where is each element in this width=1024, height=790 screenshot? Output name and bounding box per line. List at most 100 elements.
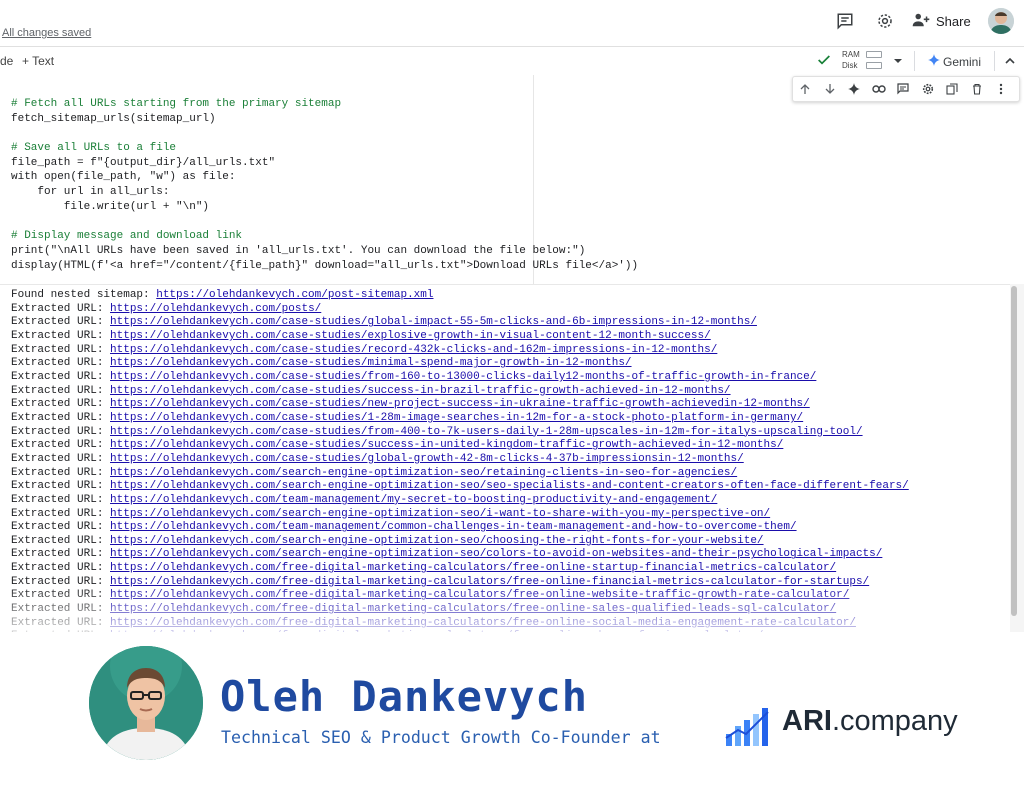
add-code-button[interactable]: de (0, 54, 13, 68)
output-line: Extracted URL: https://olehdankevych.com… (11, 480, 909, 494)
output-line: Extracted URL: https://olehdankevych.com… (11, 494, 909, 508)
runtime-dropdown-icon[interactable] (892, 54, 904, 72)
code-editor[interactable]: # Fetch all URLs starting from the prima… (11, 97, 638, 273)
person-add-icon (912, 12, 930, 31)
code-line: for url in all_urls: (11, 186, 170, 199)
extracted-url-link[interactable]: https://olehdankevych.com/case-studies/1… (110, 412, 803, 424)
brand-name-bold: ARI (782, 705, 832, 737)
toolbar-divider (994, 51, 995, 71)
extracted-url-link[interactable]: https://olehdankevych.com/search-engine-… (110, 480, 909, 492)
extracted-url-label: Extracted URL: (11, 411, 111, 424)
extracted-url-link[interactable]: https://olehdankevych.com/posts/ (110, 303, 321, 315)
output-line: Extracted URL: https://olehdankevych.com… (11, 344, 909, 358)
extracted-url-link[interactable]: https://olehdankevych.com/team-managemen… (110, 494, 717, 506)
extracted-url-link[interactable]: https://olehdankevych.com/case-studies/e… (110, 330, 711, 342)
cell-toolbar (792, 76, 1020, 102)
extracted-url-link[interactable]: https://olehdankevych.com/case-studies/g… (110, 453, 744, 465)
output-line: Extracted URL: https://olehdankevych.com… (11, 426, 909, 440)
nested-sitemap-link[interactable]: https://olehdankevych.com/post-sitemap.x… (156, 289, 433, 301)
ram-disk-indicator[interactable]: RAM Disk (842, 49, 860, 71)
add-text-button[interactable]: + Text (22, 54, 54, 68)
share-button[interactable]: Share (912, 8, 971, 34)
extracted-url-link[interactable]: https://olehdankevych.com/search-engine-… (110, 548, 882, 560)
comment-icon[interactable] (834, 10, 856, 32)
arrow-down-icon[interactable] (818, 77, 843, 101)
extracted-url-label: Extracted URL: (11, 398, 111, 411)
save-status-link[interactable]: All changes saved (2, 27, 91, 39)
output-scroll-thumb[interactable] (1011, 286, 1017, 616)
extracted-url-link[interactable]: https://olehdankevych.com/search-engine-… (110, 467, 737, 479)
comment-icon[interactable] (891, 77, 916, 101)
gemini-star-icon (928, 54, 940, 69)
extracted-url-label: Extracted URL: (11, 302, 111, 315)
extracted-url-label: Extracted URL: (11, 329, 111, 342)
extracted-url-link[interactable]: https://olehdankevych.com/search-engine-… (110, 508, 770, 520)
disk-label: Disk (842, 61, 858, 70)
extracted-url-label: Extracted URL: (11, 534, 111, 547)
disk-usage-bar (866, 62, 882, 69)
extracted-url-link[interactable]: https://olehdankevych.com/team-managemen… (110, 521, 797, 533)
nested-sitemap-line: Found nested sitemap: https://olehdankev… (11, 289, 909, 303)
extracted-url-link[interactable]: https://olehdankevych.com/free-digital-m… (110, 562, 836, 574)
extracted-url-link[interactable]: https://olehdankevych.com/case-studies/f… (110, 426, 863, 438)
notebook-toolbar: de + Text RAM Disk Gemini (0, 46, 1024, 76)
extracted-url-link[interactable]: https://olehdankevych.com/case-studies/r… (110, 344, 717, 356)
code-line: file.write(url + "\n") (11, 200, 210, 213)
extracted-url-link[interactable]: https://olehdankevych.com/case-studies/n… (110, 398, 810, 410)
extracted-url-label: Extracted URL: (11, 370, 111, 383)
gear-icon[interactable] (874, 10, 896, 32)
toolbar-divider (914, 51, 915, 71)
extracted-url-label: Extracted URL: (11, 357, 111, 370)
output-line: Extracted URL: https://olehdankevych.com… (11, 453, 909, 467)
ram-label: RAM (842, 50, 860, 59)
output-line: Extracted URL: https://olehdankevych.com… (11, 330, 909, 344)
arrow-up-icon[interactable] (793, 77, 818, 101)
output-line: Extracted URL: https://olehdankevych.com… (11, 357, 909, 371)
extracted-url-link[interactable]: https://olehdankevych.com/search-engine-… (110, 535, 764, 547)
ari-company-logo (724, 706, 772, 748)
gemini-button[interactable]: Gemini (928, 54, 981, 69)
output-line: Extracted URL: https://olehdankevych.com… (11, 316, 909, 330)
code-line: with open(file_path, "w") as file: (11, 171, 236, 184)
code-line: # Save all URLs to a file (11, 142, 177, 155)
extracted-url-link[interactable]: https://olehdankevych.com/case-studies/g… (110, 316, 757, 328)
author-photo (89, 646, 203, 760)
output-line: Extracted URL: https://olehdankevych.com… (11, 398, 909, 412)
code-line: # Display message and download link (11, 230, 243, 243)
extracted-url-label: Extracted URL: (11, 316, 111, 329)
chevron-up-icon[interactable] (1004, 54, 1016, 72)
sparkle-icon[interactable] (842, 77, 867, 101)
delete-icon[interactable] (965, 77, 990, 101)
avatar[interactable] (988, 8, 1014, 34)
gear-icon[interactable] (916, 77, 941, 101)
connected-check-icon (816, 52, 832, 73)
extracted-url-link[interactable]: https://olehdankevych.com/case-studies/f… (110, 371, 816, 383)
output-line: Extracted URL: https://olehdankevych.com… (11, 439, 909, 453)
extracted-url-label: Extracted URL: (11, 343, 111, 356)
output-line: Extracted URL: https://olehdankevych.com… (11, 385, 909, 399)
extracted-url-link[interactable]: https://olehdankevych.com/case-studies/m… (110, 357, 632, 369)
more-vert-icon[interactable] (989, 77, 1014, 101)
brand-name-rest: .company (831, 705, 958, 737)
extracted-url-label: Extracted URL: (11, 480, 111, 493)
code-line: fetch_sitemap_urls(sitemap_url) (11, 112, 216, 125)
extracted-url-link[interactable]: https://olehdankevych.com/case-studies/s… (110, 385, 731, 397)
share-label: Share (936, 13, 971, 29)
code-line: # Fetch all URLs starting from the prima… (11, 98, 342, 110)
output-line: Extracted URL: https://olehdankevych.com… (11, 371, 909, 385)
gemini-label: Gemini (943, 54, 982, 69)
top-bar: All changes saved Share (0, 0, 1024, 46)
mirror-cell-icon[interactable] (940, 77, 965, 101)
extracted-url-label: Extracted URL: (11, 425, 111, 438)
output-line: Extracted URL: https://olehdankevych.com… (11, 521, 909, 535)
link-icon[interactable] (867, 77, 892, 101)
extracted-url-link[interactable]: https://olehdankevych.com/case-studies/s… (110, 439, 783, 451)
extracted-url-label: Extracted URL: (11, 466, 111, 479)
author-tagline: Technical SEO & Product Growth Co-Founde… (221, 728, 661, 747)
output-line: Extracted URL: https://olehdankevych.com… (11, 467, 909, 481)
output-line: Extracted URL: https://olehdankevych.com… (11, 548, 909, 562)
author-name: Oleh Dankevych (220, 672, 589, 721)
extracted-url-label: Extracted URL: (11, 521, 111, 534)
